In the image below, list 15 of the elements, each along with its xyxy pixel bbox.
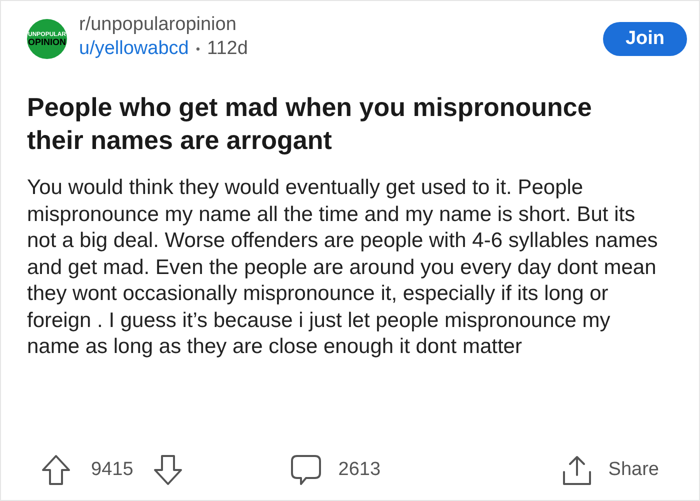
downvote-icon[interactable] (153, 454, 184, 486)
username-link[interactable]: u/yellowabcd (79, 37, 189, 61)
logo-text: OPINION (28, 38, 66, 46)
vote-count: 9415 (91, 458, 134, 482)
share-button[interactable]: Share (562, 454, 659, 486)
comment-count: 2613 (338, 458, 381, 482)
comment-icon[interactable] (290, 454, 322, 486)
separator: • (196, 41, 200, 58)
post-title: People who get mad when you mispronounce their names are arrogant (26, 91, 593, 157)
community-name[interactable]: r/unpopularopinion (79, 13, 248, 37)
post-body: You would think they would eventually get used to it. People mispronounce my name all the time and my name is short. But its not a big deal. Worse offenders are people with 4-6 syllables names and get mad. Even the people are around you every day dont mean they wont occasionally mispronounce it, especially if its long or foreign . I guess it’s because i just let people mispronounce my name as long as they are close enough it dont matter (26, 175, 659, 360)
share-icon (562, 454, 592, 486)
post-age: 112d (207, 37, 248, 61)
upvote-icon[interactable] (41, 454, 71, 486)
join-button[interactable]: Join (603, 22, 687, 56)
